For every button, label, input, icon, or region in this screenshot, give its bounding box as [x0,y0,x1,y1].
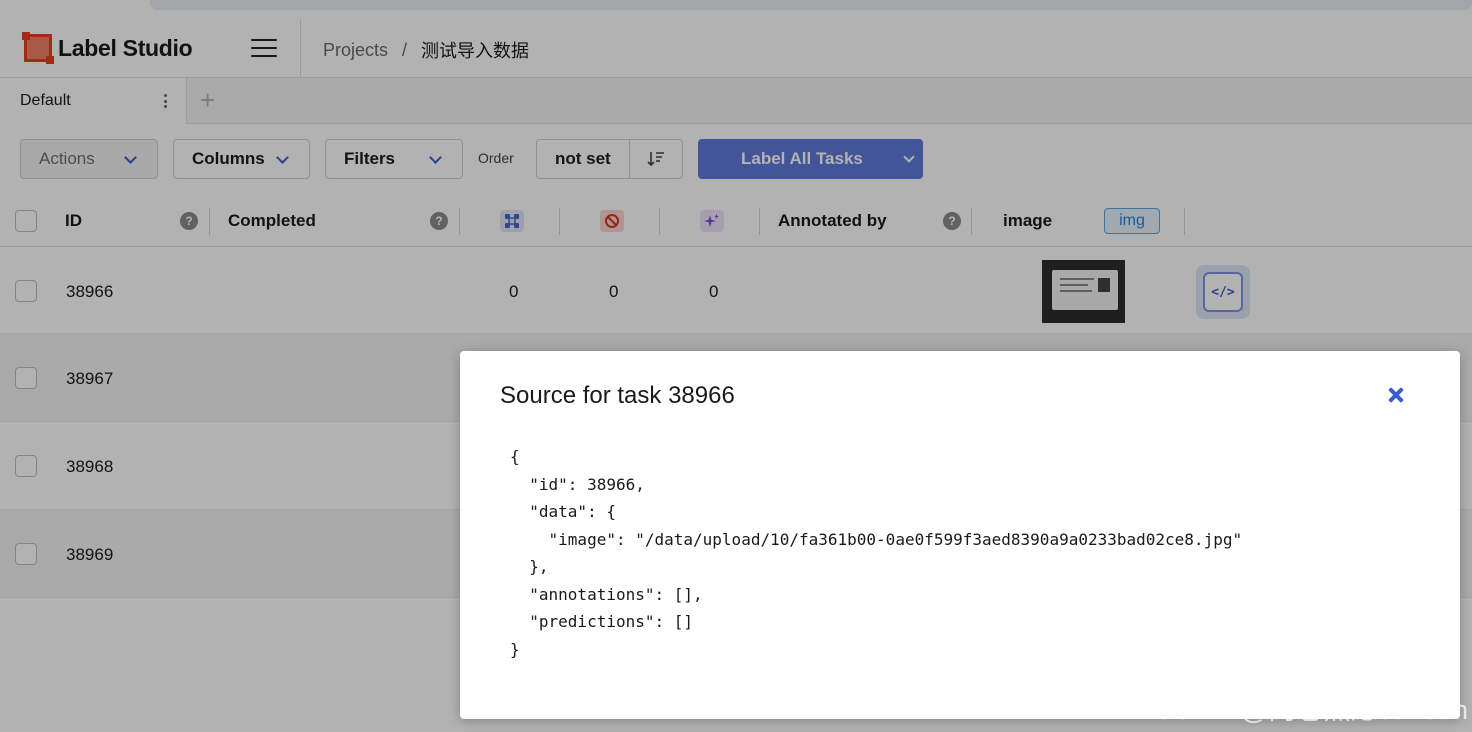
close-icon[interactable] [1382,381,1410,409]
modal-title: Source for task 38966 [500,382,735,409]
source-modal: Source for task 38966 { "id": 38966, "da… [460,351,1460,719]
watermark: CSDN @内卷焦虑sansan [1154,695,1469,725]
app-screen: Label Studio Projects / 测试导入数据 Default +… [0,0,1472,732]
task-source-json: { "id": 38966, "data": { "image": "/data… [510,447,1243,659]
